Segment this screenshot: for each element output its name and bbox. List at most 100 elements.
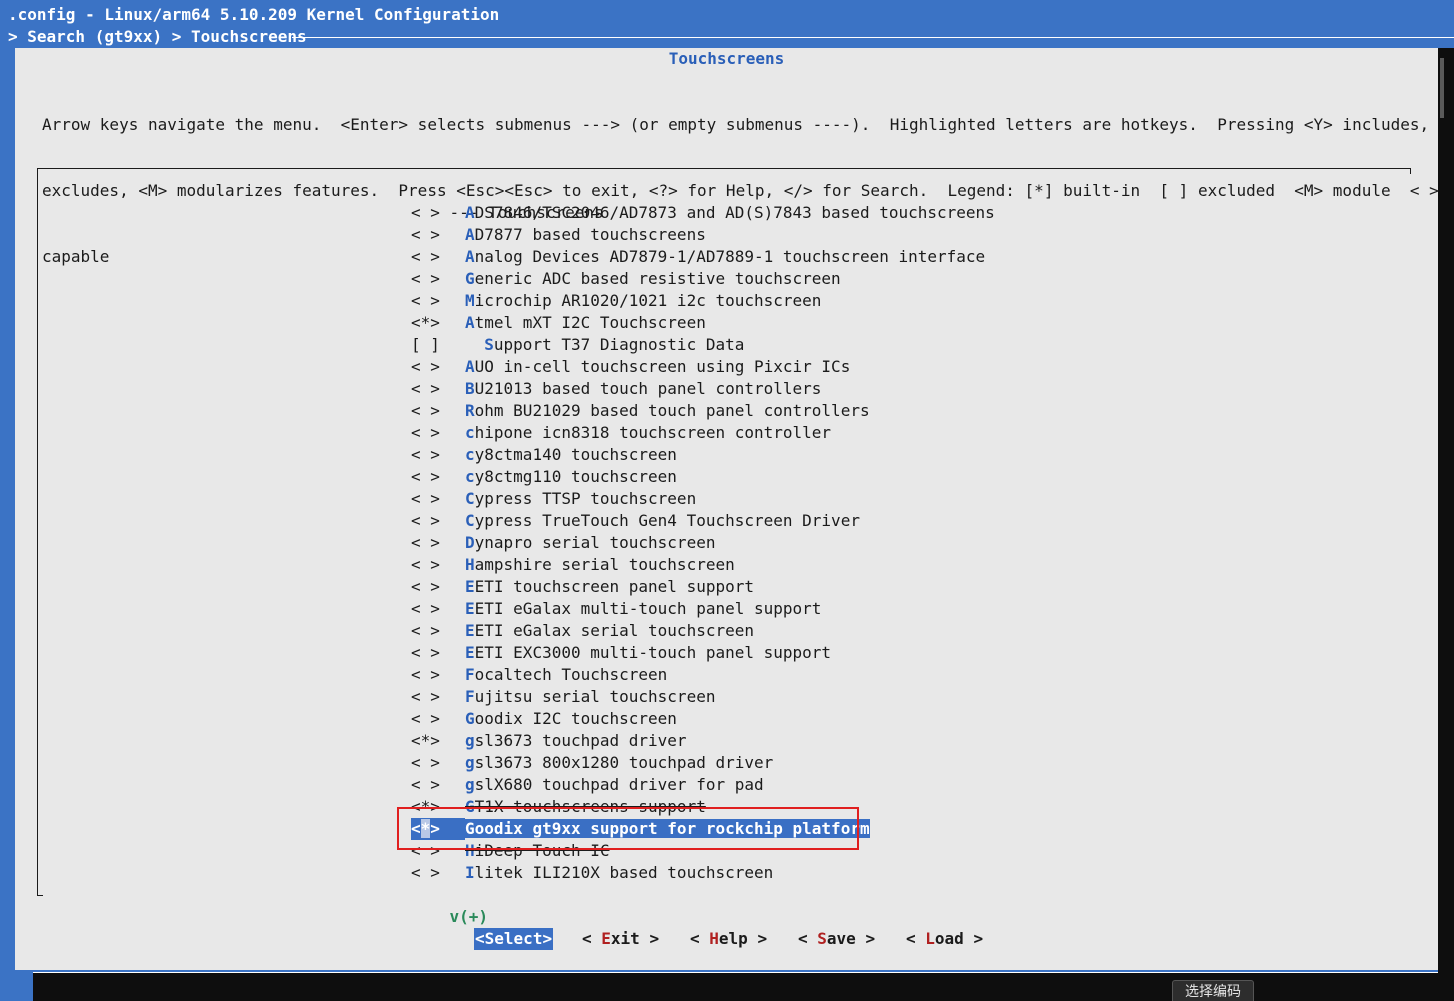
menu-item[interactable]: < > cy8ctmg110 touchscreen: [411, 466, 995, 488]
scrollbar-thumb[interactable]: [1440, 58, 1444, 118]
menu-item-label[interactable]: cy8ctma140 touchscreen: [465, 445, 677, 464]
menu-item[interactable]: < > Focaltech Touchscreen: [411, 664, 995, 686]
menu-item-label[interactable]: EETI eGalax serial touchscreen: [465, 621, 754, 640]
hotkey-letter: c: [465, 467, 475, 486]
menu-item-label[interactable]: gsl3673 800x1280 touchpad driver: [465, 753, 773, 772]
menu-item-state[interactable]: < >: [411, 444, 465, 466]
menu-item[interactable]: < > EETI touchscreen panel support: [411, 576, 995, 598]
menu-item-label[interactable]: Cypress TrueTouch Gen4 Touchscreen Drive…: [465, 511, 860, 530]
menu-item[interactable]: < > gslX680 touchpad driver for pad: [411, 774, 995, 796]
menu-item-state[interactable]: < >: [411, 752, 465, 774]
menu-item-state[interactable]: < >: [411, 774, 465, 796]
menu-item-state[interactable]: < >: [411, 378, 465, 400]
menu-item[interactable]: < > AUO in-cell touchscreen using Pixcir …: [411, 356, 995, 378]
encoding-tooltip[interactable]: 选择编码: [1172, 980, 1254, 1001]
menu-item-state[interactable]: < >: [411, 532, 465, 554]
menu-item-label[interactable]: EETI EXC3000 multi-touch panel support: [465, 643, 831, 662]
hotkey-letter: D: [465, 533, 475, 552]
menu-item-label[interactable]: Support T37 Diagnostic Data: [465, 335, 744, 354]
menu-item-state[interactable]: <*>: [411, 312, 465, 334]
menu-item-label[interactable]: Goodix I2C touchscreen: [465, 709, 677, 728]
menu-item[interactable]: < > EETI EXC3000 multi-touch panel suppor…: [411, 642, 995, 664]
menu-item-state[interactable]: < >: [411, 554, 465, 576]
button-load[interactable]: < Load >: [906, 928, 983, 950]
menu-item[interactable]: < > Cypress TrueTouch Gen4 Touchscreen Dr…: [411, 510, 995, 532]
menu-item[interactable]: [ ] Support T37 Diagnostic Data: [411, 334, 995, 356]
menu-item-state[interactable]: <*>: [411, 730, 465, 752]
menu-item-label[interactable]: gsl3673 touchpad driver: [465, 731, 687, 750]
hotkey-letter: A: [465, 203, 475, 222]
menu-item-label[interactable]: Cypress TTSP touchscreen: [465, 489, 696, 508]
menu-item[interactable]: < > Hampshire serial touchscreen: [411, 554, 995, 576]
menu-item-label[interactable]: gslX680 touchpad driver for pad: [465, 775, 764, 794]
menu-item[interactable]: < > Generic ADC based resistive touchscre…: [411, 268, 995, 290]
more-label: v(+): [449, 907, 489, 926]
menu-item-state[interactable]: < >: [411, 246, 465, 268]
menu-item-state[interactable]: < >: [411, 642, 465, 664]
menu-item-label[interactable]: ADS7846/TSC2046/AD7873 and AD(S)7843 bas…: [465, 203, 995, 222]
menu-item[interactable]: < > Goodix I2C touchscreen: [411, 708, 995, 730]
terminal-scrollbar[interactable]: [1438, 48, 1454, 1001]
menu-list: --- Touchscreens < > ADS7846/TSC2046/AD78…: [411, 180, 995, 926]
menu-item-label[interactable]: EETI eGalax multi-touch panel support: [465, 599, 821, 618]
menu-item[interactable]: < > gsl3673 800x1280 touchpad driver: [411, 752, 995, 774]
menu-item[interactable]: < > BU21013 based touch panel controllers: [411, 378, 995, 400]
menu-item-state[interactable]: < >: [411, 488, 465, 510]
menu-item[interactable]: < > Cypress TTSP touchscreen: [411, 488, 995, 510]
menu-item-label[interactable]: Dynapro serial touchscreen: [465, 533, 715, 552]
menu-item-label[interactable]: cy8ctmg110 touchscreen: [465, 467, 677, 486]
button-help[interactable]: < Help >: [690, 928, 767, 950]
menu-item-state[interactable]: < >: [411, 422, 465, 444]
menu-item-label[interactable]: Generic ADC based resistive touchscreen: [465, 269, 841, 288]
menu-item[interactable]: < > AD7877 based touchscreens: [411, 224, 995, 246]
menu-item-label[interactable]: Atmel mXT I2C Touchscreen: [465, 313, 706, 332]
menu-item-state[interactable]: < >: [411, 290, 465, 312]
menu-item[interactable]: < > cy8ctma140 touchscreen: [411, 444, 995, 466]
menu-item[interactable]: <*> Atmel mXT I2C Touchscreen: [411, 312, 995, 334]
menu-item[interactable]: < > EETI eGalax serial touchscreen: [411, 620, 995, 642]
hotkey-letter: g: [465, 753, 475, 772]
menu-item[interactable]: < > Rohm BU21029 based touch panel contro…: [411, 400, 995, 422]
menu-item-state[interactable]: < >: [411, 664, 465, 686]
menu-item[interactable]: < > Dynapro serial touchscreen: [411, 532, 995, 554]
menu-item-label[interactable]: Ilitek ILI210X based touchscreen: [465, 863, 773, 882]
menu-item-state[interactable]: < >: [411, 466, 465, 488]
menu-item-label[interactable]: BU21013 based touch panel controllers: [465, 379, 821, 398]
menu-item-label[interactable]: Analog Devices AD7879-1/AD7889-1 touchsc…: [465, 247, 985, 266]
menu-item-state[interactable]: < >: [411, 202, 465, 224]
menu-item-state[interactable]: < >: [411, 708, 465, 730]
menu-item-label[interactable]: Microchip AR1020/1021 i2c touchscreen: [465, 291, 821, 310]
menu-item-state[interactable]: [ ]: [411, 334, 465, 356]
menu-item-state[interactable]: < >: [411, 686, 465, 708]
menu-item-label[interactable]: Focaltech Touchscreen: [465, 665, 667, 684]
menu-item-state[interactable]: < >: [411, 862, 465, 884]
menu-item-state[interactable]: < >: [411, 510, 465, 532]
menu-item-label[interactable]: Fujitsu serial touchscreen: [465, 687, 715, 706]
menu-item[interactable]: < > Ilitek ILI210X based touchscreen: [411, 862, 995, 884]
menu-item[interactable]: < > chipone icn8318 touchscreen controlle…: [411, 422, 995, 444]
menu-item[interactable]: < > Microchip AR1020/1021 i2c touchscreen: [411, 290, 995, 312]
menu-item[interactable]: < > EETI eGalax multi-touch panel support: [411, 598, 995, 620]
hotkey-letter: L: [925, 929, 935, 948]
menu-item[interactable]: <*> gsl3673 touchpad driver: [411, 730, 995, 752]
button-save[interactable]: < Save >: [798, 928, 875, 950]
menu-item-state[interactable]: < >: [411, 268, 465, 290]
menu-item-state[interactable]: < >: [411, 224, 465, 246]
hotkey-letter: F: [465, 687, 475, 706]
menu-item-state[interactable]: < >: [411, 576, 465, 598]
menu-item[interactable]: < > Analog Devices AD7879-1/AD7889-1 touc…: [411, 246, 995, 268]
button-select[interactable]: <Select>: [474, 928, 554, 950]
menu-item[interactable]: < > ADS7846/TSC2046/AD7873 and AD(S)7843 …: [411, 202, 995, 224]
menu-item-label[interactable]: chipone icn8318 touchscreen controller: [465, 423, 831, 442]
menu-item-label[interactable]: AUO in-cell touchscreen using Pixcir ICs: [465, 357, 850, 376]
menu-item-label[interactable]: AD7877 based touchscreens: [465, 225, 706, 244]
menu-item-label[interactable]: EETI touchscreen panel support: [465, 577, 754, 596]
menu-item-label[interactable]: Rohm BU21029 based touch panel controlle…: [465, 401, 870, 420]
menu-item-state[interactable]: < >: [411, 620, 465, 642]
menu-item-state[interactable]: < >: [411, 400, 465, 422]
menu-item[interactable]: < > Fujitsu serial touchscreen: [411, 686, 995, 708]
menu-item-label[interactable]: Hampshire serial touchscreen: [465, 555, 735, 574]
button-exit[interactable]: < Exit >: [582, 928, 659, 950]
menu-item-state[interactable]: < >: [411, 356, 465, 378]
menu-item-state[interactable]: < >: [411, 598, 465, 620]
